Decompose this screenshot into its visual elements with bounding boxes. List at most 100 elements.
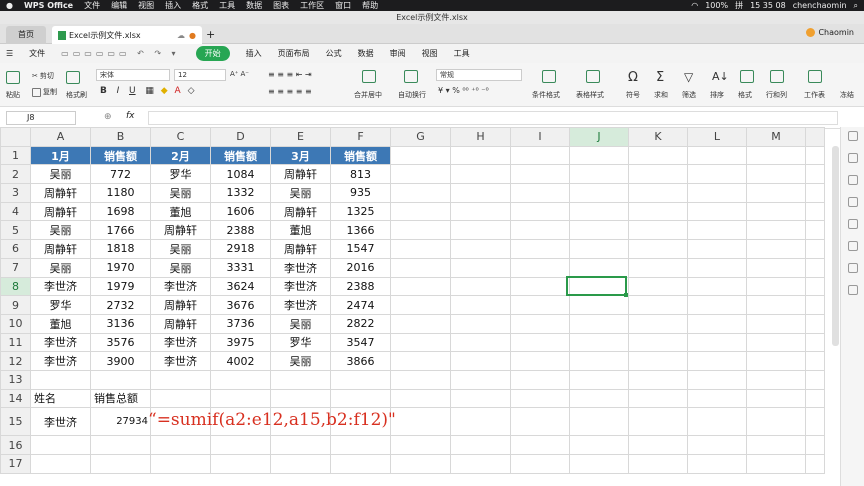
cell[interactable] [390,276,451,297]
symbol-icon[interactable]: Ω [628,70,638,85]
cell[interactable] [746,313,806,334]
cell[interactable] [687,257,747,278]
cell[interactable] [450,369,511,390]
cell[interactable]: 吴丽 [270,183,331,203]
header-cell[interactable]: 销售额 [330,145,391,166]
header-cell[interactable]: 2月 [150,145,211,166]
cell[interactable] [569,407,629,437]
cell[interactable] [569,201,629,222]
cell[interactable] [510,407,570,437]
tab-file[interactable]: 文件 [29,48,45,59]
cell[interactable]: 吴丽 [270,313,331,334]
row-header-10[interactable]: 10 [0,313,31,334]
cell[interactable]: 3136 [90,313,151,334]
cell[interactable] [805,351,825,371]
cell[interactable] [628,220,688,241]
cell[interactable]: 1818 [90,239,151,259]
cell[interactable]: 2918 [210,239,271,259]
row-header-6[interactable]: 6 [0,239,31,259]
number-format-select[interactable]: 常规 [436,69,522,81]
cell[interactable] [687,313,747,334]
tab-home[interactable]: 开始 [195,46,230,61]
copy-button[interactable]: 复制 [32,87,57,97]
cell[interactable] [687,435,747,455]
cell[interactable] [510,276,570,297]
font-family-select[interactable]: 宋体 [96,69,170,81]
cell[interactable] [90,454,151,474]
cell[interactable]: 周静轩 [150,313,211,334]
side-panel-icon-6[interactable] [848,241,858,251]
merge-center-button[interactable] [362,70,376,83]
cell[interactable] [510,164,570,185]
cell[interactable] [687,407,747,437]
input-method[interactable]: 拼 [735,0,743,11]
cell[interactable] [510,201,570,222]
cell[interactable] [569,164,629,185]
cell[interactable]: 3866 [330,351,391,371]
cell[interactable]: 吴丽 [150,239,211,259]
cell[interactable] [746,201,806,222]
cell[interactable] [805,454,825,474]
cell[interactable] [30,454,91,474]
search-icon[interactable]: ⌕ [854,1,858,11]
cell[interactable]: 3331 [210,257,271,278]
cell[interactable]: 周静轩 [30,201,91,222]
cell[interactable]: 1698 [90,201,151,222]
mac-menu-help[interactable]: 帮助 [362,0,378,11]
col-header-a[interactable]: A [30,127,91,147]
cell[interactable]: 销售总额 [90,388,151,409]
cell[interactable] [628,388,688,409]
cell[interactable]: 周静轩 [150,220,211,241]
cell[interactable] [805,295,825,315]
cell[interactable]: 李世济 [150,332,211,353]
tab-data[interactable]: 数据 [358,48,374,59]
cell[interactable]: 813 [330,164,391,185]
cell[interactable] [805,313,825,334]
cell[interactable]: 吴丽 [270,351,331,371]
cell[interactable] [390,257,451,278]
cell[interactable] [450,183,511,203]
cell[interactable] [687,164,747,185]
cell[interactable] [687,454,747,474]
font-size-select[interactable]: 12 [174,69,226,81]
cell[interactable] [90,369,151,390]
cell[interactable] [450,257,511,278]
cell[interactable] [450,313,511,334]
cell[interactable] [390,295,451,315]
tab-page-layout[interactable]: 页面布局 [278,48,310,59]
vertical-scrollbar[interactable] [832,146,839,346]
cell[interactable]: 周静轩 [270,201,331,222]
cell[interactable] [628,145,688,166]
cell[interactable] [30,369,91,390]
font-grow-shrink[interactable]: A⁺ A⁻ [230,70,249,78]
cell[interactable] [390,201,451,222]
cell[interactable] [805,239,825,259]
cell[interactable] [450,220,511,241]
cell[interactable] [390,145,451,166]
apple-icon[interactable]: ● [6,1,13,10]
cell[interactable]: 1606 [210,201,271,222]
row-header-2[interactable]: 2 [0,164,31,185]
cell[interactable] [510,313,570,334]
cell[interactable] [746,332,806,353]
cell[interactable] [390,313,451,334]
cell[interactable] [450,201,511,222]
col-header-d[interactable]: D [210,127,271,147]
cell[interactable]: 李世济 [270,276,331,297]
cell[interactable] [687,276,747,297]
sort-icon[interactable]: A↓ [712,70,729,83]
tab-formulas[interactable]: 公式 [326,48,342,59]
cell[interactable]: 1332 [210,183,271,203]
cell[interactable] [210,435,271,455]
side-panel-icon-5[interactable] [848,219,858,229]
user-name[interactable]: chenchaomin [793,1,847,10]
side-panel-icon-1[interactable] [848,131,858,141]
cell[interactable] [210,388,271,409]
cell[interactable] [450,295,511,315]
cell[interactable] [390,435,451,455]
col-header-f[interactable]: F [330,127,391,147]
cell[interactable]: 李世济 [270,295,331,315]
cell[interactable]: 2016 [330,257,391,278]
cell[interactable] [805,145,825,166]
cell[interactable] [569,295,629,315]
